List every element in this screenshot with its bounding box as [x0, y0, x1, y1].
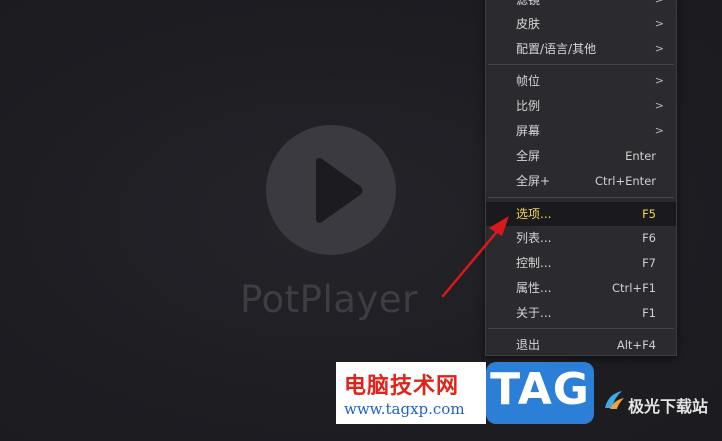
watermark-site-badge: 电脑技术网 www.tagxp.com	[336, 362, 486, 424]
watermark-tag-logo: TAG	[486, 362, 594, 424]
watermark-right-text: 极光下载站	[628, 397, 709, 416]
watermark-site-name: 电脑技术网	[344, 374, 460, 399]
aurora-logo-icon	[605, 391, 624, 409]
watermark-tag-text: TAG	[490, 364, 590, 415]
watermark-site-url: www.tagxp.com	[344, 400, 465, 418]
